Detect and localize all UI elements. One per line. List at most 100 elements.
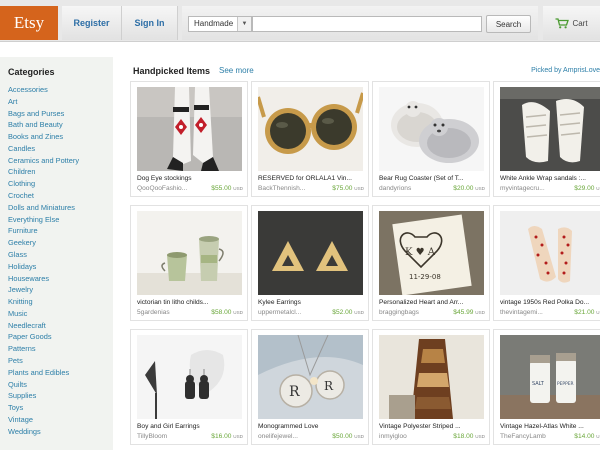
category-link[interactable]: Clothing <box>8 178 113 190</box>
product-image[interactable] <box>379 335 484 419</box>
product-image[interactable] <box>258 211 363 295</box>
product-card[interactable]: Boy and Girl Earrings TillyBloom $16.00 US… <box>130 329 248 445</box>
category-link[interactable]: Quilts <box>8 379 113 391</box>
product-title[interactable]: Personalized Heart and Arr... <box>379 299 487 306</box>
product-card[interactable]: Dog Eye stockings QooQooFashio... $55.00 U… <box>130 81 248 197</box>
cart-icon <box>555 17 570 28</box>
product-image[interactable]: SALT PEPPER <box>500 335 600 419</box>
sign-in-link[interactable]: Sign In <box>122 6 178 40</box>
chevron-down-icon: ▼ <box>237 17 251 31</box>
product-card[interactable]: SALT PEPPER Vintage Hazel-Atlas White ... T… <box>493 329 600 445</box>
shop-name[interactable]: myvintagecru... <box>500 185 564 192</box>
category-link[interactable]: Vintage <box>8 414 113 426</box>
search-button[interactable]: Search <box>486 15 531 33</box>
categories-heading: Categories <box>8 67 55 77</box>
category-link[interactable]: Geekery <box>8 237 113 249</box>
category-link[interactable]: Pets <box>8 355 113 367</box>
category-link[interactable]: Patterns <box>8 343 113 355</box>
product-card[interactable]: White Ankle Wrap sandals :... myvintagecr… <box>493 81 600 197</box>
product-title[interactable]: Boy and Girl Earrings <box>137 423 245 430</box>
product-card[interactable]: victorian tin litho childs... 5gardenias $… <box>130 205 248 321</box>
shop-name[interactable]: onelifejewel... <box>258 433 322 440</box>
etsy-logo[interactable]: Etsy <box>0 6 58 40</box>
product-title[interactable]: Bear Rug Coaster (Set of T... <box>379 175 487 182</box>
product-image[interactable] <box>137 87 242 171</box>
category-link[interactable]: Paper Goods <box>8 331 113 343</box>
category-link[interactable]: Bags and Purses <box>8 108 113 120</box>
category-link[interactable]: Books and Zines <box>8 131 113 143</box>
category-link[interactable]: Housewares <box>8 273 113 285</box>
category-link[interactable]: Needlecraft <box>8 320 113 332</box>
category-link[interactable]: Dolls and Miniatures <box>8 202 113 214</box>
shop-name[interactable]: uppermetalcl... <box>258 309 322 316</box>
category-link[interactable]: Ceramics and Pottery <box>8 155 113 167</box>
search-category-select[interactable]: Handmade ▼ <box>188 16 252 32</box>
cart-button[interactable]: Cart <box>543 6 600 40</box>
price-currency: USD <box>354 186 364 191</box>
see-more-link[interactable]: See more <box>219 66 254 75</box>
product-image[interactable]: K ♥ A 11-29-08 <box>379 211 484 295</box>
product-title[interactable]: Vintage Polyester Striped ... <box>379 423 487 430</box>
price-value: $75.00 <box>332 185 353 192</box>
category-link[interactable]: Glass <box>8 249 113 261</box>
category-link[interactable]: Knitting <box>8 296 113 308</box>
register-link[interactable]: Register <box>62 6 122 40</box>
category-link[interactable]: Holidays <box>8 261 113 273</box>
category-link[interactable]: Supplies <box>8 390 113 402</box>
search-input[interactable] <box>252 16 482 32</box>
shop-name[interactable]: QooQooFashio... <box>137 185 201 192</box>
shop-name[interactable]: inmyigloo <box>379 433 443 440</box>
shop-name[interactable]: dandyrions <box>379 185 443 192</box>
category-link[interactable]: Art <box>8 96 113 108</box>
shop-name[interactable]: TillyBloom <box>137 433 201 440</box>
product-title[interactable]: Monogrammed Love <box>258 423 366 430</box>
category-link[interactable]: Accessories <box>8 84 113 96</box>
product-card[interactable]: K ♥ A 11-29-08 Personalized Heart and Arr.… <box>372 205 490 321</box>
product-image[interactable] <box>137 335 242 419</box>
product-price: $18.00 USD <box>453 433 485 440</box>
product-title[interactable]: Dog Eye stockings <box>137 175 245 182</box>
top-header: Etsy Register Sign In Handmade ▼ Search … <box>0 0 600 42</box>
product-card[interactable]: vintage 1950s Red Polka Do... thevintagem… <box>493 205 600 321</box>
category-link[interactable]: Toys <box>8 402 113 414</box>
shop-name[interactable]: 5gardenias <box>137 309 201 316</box>
product-title[interactable]: White Ankle Wrap sandals :... <box>500 175 600 182</box>
product-price: $16.00 USD <box>211 433 243 440</box>
category-link[interactable]: Plants and Edibles <box>8 367 113 379</box>
category-link[interactable]: Jewelry <box>8 284 113 296</box>
product-title[interactable]: vintage 1950s Red Polka Do... <box>500 299 600 306</box>
product-image[interactable] <box>500 211 600 295</box>
shop-name[interactable]: thevintagemi... <box>500 309 564 316</box>
category-link[interactable]: Music <box>8 308 113 320</box>
product-image[interactable] <box>500 87 600 171</box>
product-title[interactable]: victorian tin litho childs... <box>137 299 245 306</box>
product-image[interactable] <box>258 87 363 171</box>
category-link[interactable]: Candles <box>8 143 113 155</box>
product-card[interactable]: RESERVED for ORLALA1 Vin... BackThennish.… <box>251 81 369 197</box>
category-link[interactable]: Crochet <box>8 190 113 202</box>
price-currency: USD <box>233 434 243 439</box>
handpicked-heading: Handpicked Items <box>133 66 211 76</box>
price-currency: USD <box>596 434 600 439</box>
product-image[interactable] <box>379 87 484 171</box>
product-card[interactable]: Kylee Earrings uppermetalcl... $52.00 USD <box>251 205 369 321</box>
product-price: $29.00 USD <box>574 185 600 192</box>
product-card[interactable]: Bear Rug Coaster (Set of T... dandyrions $… <box>372 81 490 197</box>
price-value: $14.00 <box>574 433 595 440</box>
category-link[interactable]: Furniture <box>8 225 113 237</box>
category-link[interactable]: Everything Else <box>8 214 113 226</box>
category-link[interactable]: Weddings <box>8 426 113 438</box>
shop-name[interactable]: braggingbags <box>379 309 443 316</box>
product-title[interactable]: Kylee Earrings <box>258 299 366 306</box>
picked-by-link[interactable]: Picked by AmprisLove <box>531 67 600 74</box>
category-link[interactable]: Children <box>8 166 113 178</box>
shop-name[interactable]: BackThennish... <box>258 185 322 192</box>
shop-name[interactable]: TheFancyLamb <box>500 433 564 440</box>
product-card[interactable]: Vintage Polyester Striped ... inmyigloo $1… <box>372 329 490 445</box>
product-card[interactable]: R R Monogrammed Love onelifejewel... $50.00 … <box>251 329 369 445</box>
category-link[interactable]: Bath and Beauty <box>8 119 113 131</box>
product-image[interactable] <box>137 211 242 295</box>
product-title[interactable]: Vintage Hazel-Atlas White ... <box>500 423 600 430</box>
product-image[interactable]: RR <box>258 335 363 419</box>
product-title[interactable]: RESERVED for ORLALA1 Vin... <box>258 175 366 182</box>
